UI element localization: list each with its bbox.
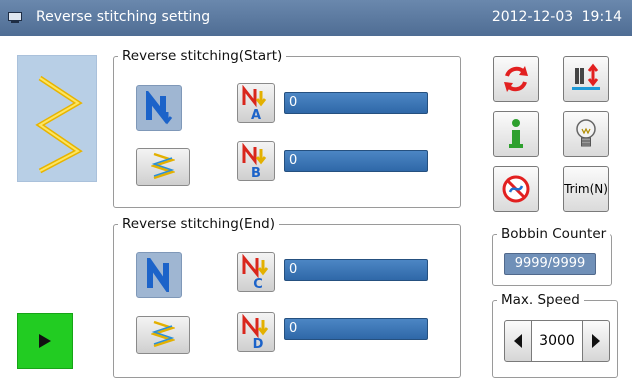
field-b-icon-button[interactable]: B	[237, 141, 275, 181]
needle-position-button[interactable]	[563, 56, 609, 102]
time-text: 19:14	[581, 9, 622, 25]
light-button[interactable]	[563, 111, 609, 157]
field-c-input[interactable]: 0	[284, 259, 428, 281]
field-b-letter: B	[251, 166, 261, 179]
max-speed-stepper: 3000	[504, 320, 610, 362]
play-button[interactable]	[17, 313, 73, 369]
reset-button[interactable]	[493, 56, 539, 102]
date-text: 2012-12-03	[491, 9, 574, 25]
window-title: Reverse stitching setting	[36, 9, 211, 25]
reverse-end-legend: Reverse stitching(End)	[122, 216, 275, 232]
speed-increase-button[interactable]	[582, 320, 610, 362]
start-mode-n-button[interactable]	[136, 85, 182, 131]
start-mode-w-button[interactable]	[136, 148, 190, 186]
reverse-stitch-b-icon: B	[242, 143, 267, 179]
end-mode-n-button[interactable]	[136, 252, 182, 298]
clock: 2012-12-03 19:14	[488, 9, 622, 25]
n-stitch-icon	[146, 91, 173, 125]
no-thread-icon	[502, 175, 530, 203]
reverse-start-legend: Reverse stitching(Start)	[122, 48, 283, 64]
play-icon	[39, 334, 51, 348]
needle-updown-icon	[572, 63, 600, 90]
stitch-preview	[17, 55, 97, 182]
bobbin-counter-value[interactable]: 9999/9999	[504, 253, 596, 275]
field-c-icon-button[interactable]: C	[237, 252, 275, 292]
field-d-letter: D	[253, 337, 264, 350]
w-stitch-icon	[151, 320, 175, 348]
field-b-input[interactable]: 0	[284, 150, 428, 172]
field-c-letter: C	[253, 277, 263, 290]
reverse-stitch-d-icon: D	[242, 314, 269, 350]
bobbin-counter-legend: Bobbin Counter	[501, 226, 607, 242]
max-speed-legend: Max. Speed	[501, 292, 580, 308]
monitor-icon	[8, 12, 22, 23]
info-button[interactable]	[493, 111, 539, 157]
refresh-arrows-icon	[504, 66, 528, 92]
reverse-stitch-a-icon: A	[242, 85, 267, 121]
field-a-icon-button[interactable]: A	[237, 83, 275, 123]
field-a-input[interactable]: 0	[284, 92, 428, 114]
info-icon	[509, 119, 523, 148]
field-d-icon-button[interactable]: D	[237, 312, 275, 352]
arrow-left-icon	[514, 334, 522, 348]
trim-button[interactable]: Trim(N)	[563, 166, 609, 212]
w-stitch-icon	[151, 152, 175, 180]
arrow-right-icon	[592, 334, 600, 348]
speed-decrease-button[interactable]	[504, 320, 532, 362]
title-bar: Reverse stitching setting 2012-12-03 19:…	[0, 0, 632, 36]
end-mode-w-button[interactable]	[136, 316, 190, 354]
field-d-input[interactable]: 0	[284, 318, 428, 340]
thread-cut-disable-button[interactable]	[493, 166, 539, 212]
n-stitch-icon	[147, 258, 169, 292]
field-a-letter: A	[251, 108, 261, 121]
light-bulb-icon	[576, 119, 596, 147]
reverse-stitch-c-icon: C	[242, 254, 269, 290]
zigzag-stitch-icon	[35, 75, 83, 174]
max-speed-value[interactable]: 3000	[532, 320, 582, 362]
